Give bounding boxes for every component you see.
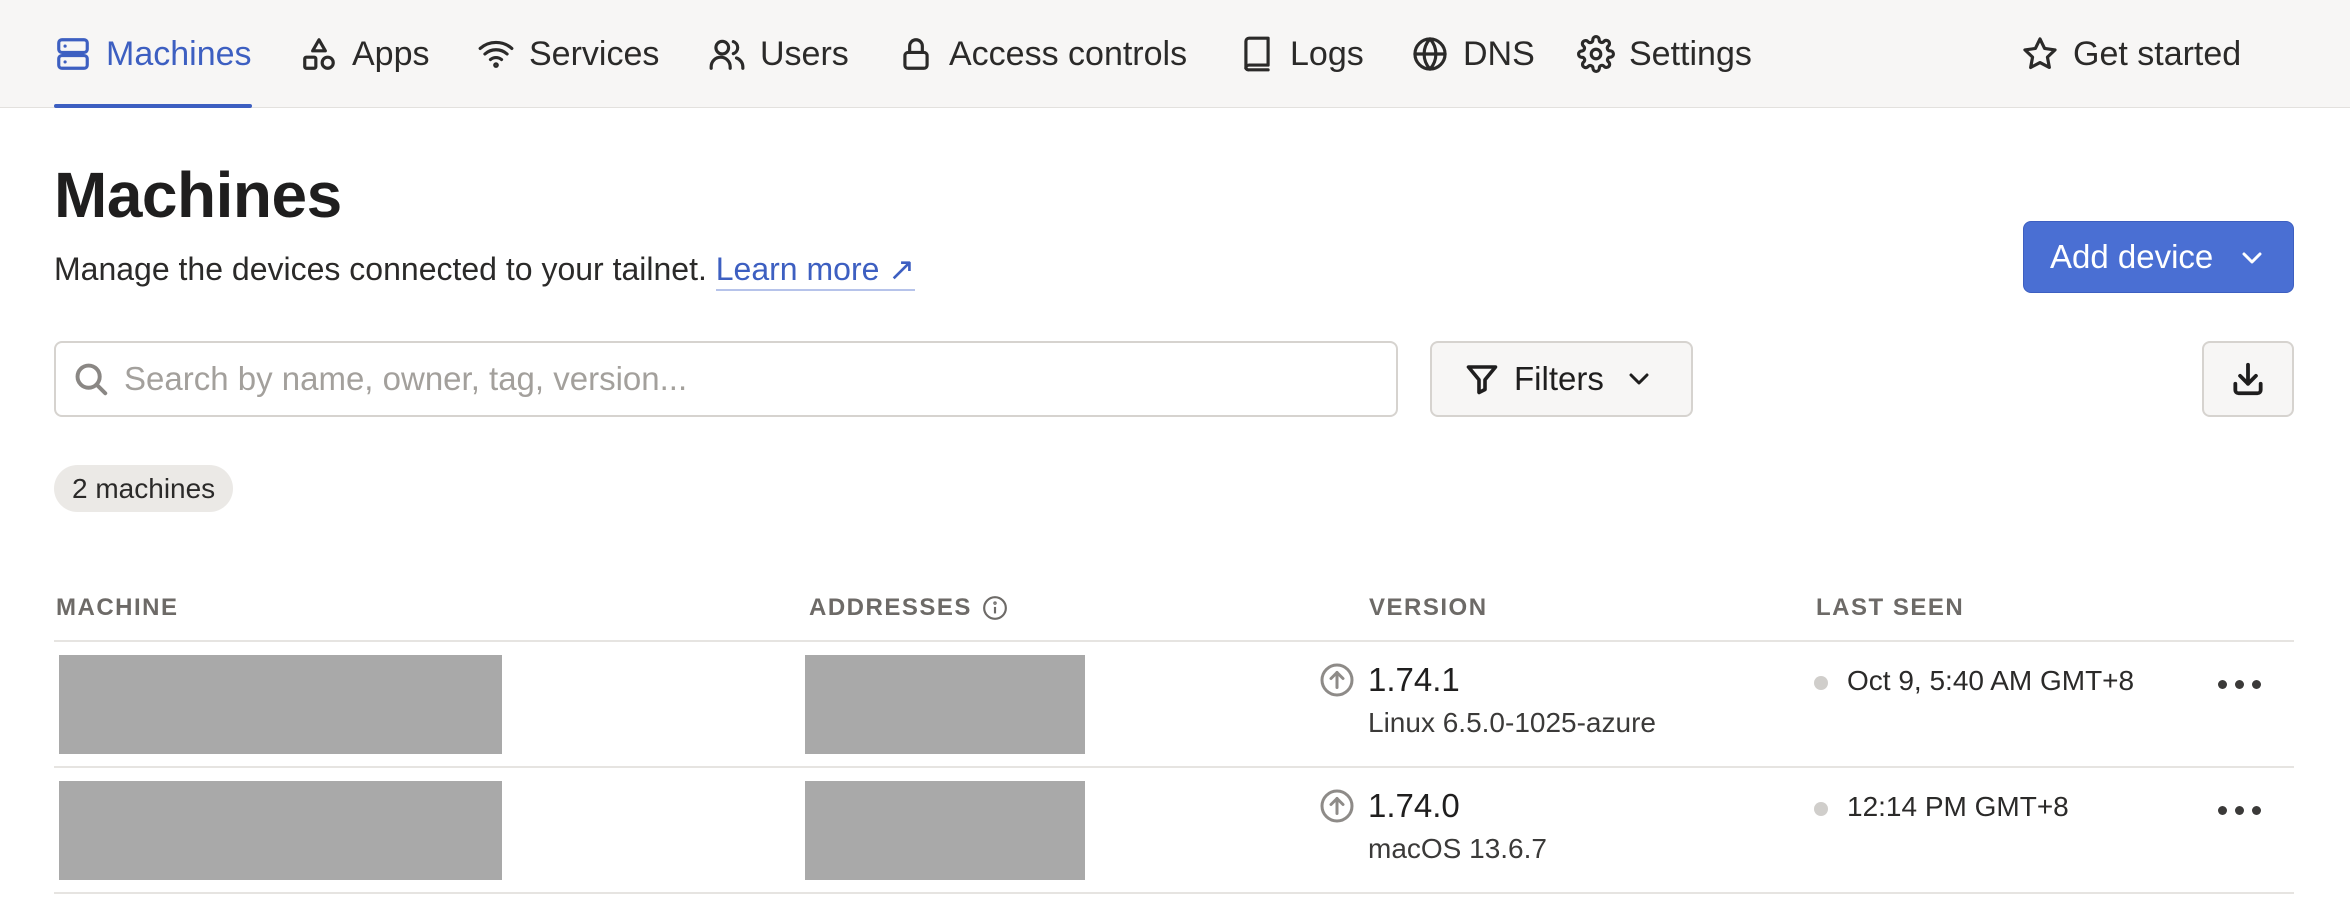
search-icon: [75, 363, 108, 396]
nav-tab-label: Access controls: [949, 34, 1188, 73]
column-header-label: LAST SEEN: [1816, 594, 1965, 621]
address-redacted: [805, 655, 1085, 754]
status-dot: [1814, 676, 1828, 690]
row-divider: [54, 892, 2294, 894]
filter-icon: [1466, 365, 1498, 395]
nav-tab-dns[interactable]: DNS: [1411, 0, 1535, 108]
last-seen-text: 12:14 PM GMT+8: [1847, 791, 2069, 822]
users-icon: [709, 39, 745, 70]
page-subtitle-text: Manage the devices connected to your tai…: [54, 251, 707, 287]
apps-shapes-icon: [303, 38, 335, 70]
column-header-last-seen[interactable]: LAST SEEN: [1816, 594, 1964, 622]
nav-tab-logs[interactable]: Logs: [1238, 0, 1364, 108]
nav-tab-access-controls[interactable]: Access controls: [897, 0, 1187, 108]
nav-tab-label: Machines: [106, 34, 252, 73]
top-navigation: Machines Apps Services Users Access cont…: [0, 0, 2350, 108]
machine-name-redacted[interactable]: [59, 781, 502, 880]
nav-tab-machines[interactable]: Machines: [54, 0, 252, 108]
os-version: Linux 6.5.0-1025-azure: [1368, 707, 1656, 738]
version-number: 1.74.0: [1368, 787, 1460, 824]
update-available-icon[interactable]: [1319, 788, 1355, 824]
book-icon: [1244, 36, 1270, 72]
chevron-down-icon: [1629, 373, 1649, 385]
column-header-version[interactable]: VERSION: [1369, 594, 1488, 622]
info-icon[interactable]: [982, 595, 1008, 621]
nav-tab-label: Settings: [1629, 34, 1752, 73]
update-available-icon[interactable]: [1319, 662, 1355, 698]
column-header-label: MACHINE: [56, 594, 179, 621]
nav-tab-settings[interactable]: Settings: [1577, 0, 1752, 108]
globe-icon: [1413, 37, 1447, 71]
filters-label: Filters: [1514, 360, 1604, 397]
more-options-icon[interactable]: [2218, 802, 2262, 818]
nav-tab-users[interactable]: Users: [708, 0, 849, 108]
star-icon: [2023, 37, 2057, 70]
page-title: Machines: [54, 159, 342, 231]
learn-more-link[interactable]: Learn more ↗: [715, 251, 916, 291]
table-divider: [54, 640, 2294, 642]
version-number: 1.74.1: [1368, 661, 1460, 698]
more-options-icon[interactable]: [2218, 676, 2262, 692]
search-box: [54, 341, 1398, 417]
add-device-label: Add device: [2050, 238, 2214, 275]
column-header-addresses[interactable]: ADDRESSES: [809, 594, 1008, 622]
last-seen-text: Oct 9, 5:40 AM GMT+8: [1847, 665, 2135, 696]
nav-tab-label: DNS: [1463, 34, 1535, 73]
page-subtitle: Manage the devices connected to your tai…: [54, 250, 916, 291]
machine-count-badge: 2 machines: [54, 465, 234, 512]
nav-tab-label: Apps: [352, 34, 430, 73]
column-header-label: ADDRESSES: [809, 594, 972, 621]
row-divider: [54, 766, 2294, 768]
get-started-link[interactable]: Get started: [2021, 0, 2241, 108]
column-header-machine[interactable]: MACHINE: [56, 594, 179, 622]
status-dot: [1814, 802, 1828, 816]
get-started-label: Get started: [2073, 34, 2242, 73]
machine-name-redacted[interactable]: [59, 655, 502, 754]
add-device-button[interactable]: Add device: [2023, 221, 2294, 293]
filters-button[interactable]: Filters: [1430, 341, 1693, 417]
column-header-label: VERSION: [1369, 594, 1488, 621]
server-icon: [57, 38, 89, 70]
wifi-icon: [478, 40, 514, 68]
export-button[interactable]: [2202, 341, 2294, 417]
nav-tab-services[interactable]: Services: [477, 0, 659, 108]
chevron-down-icon: [2242, 252, 2262, 264]
nav-tab-label: Logs: [1290, 34, 1364, 73]
download-icon: [2233, 362, 2263, 396]
nav-tab-label: Services: [529, 34, 660, 73]
gear-icon: [1577, 35, 1615, 73]
os-version: macOS 13.6.7: [1368, 833, 1547, 864]
search-input[interactable]: [124, 360, 1374, 398]
active-tab-indicator: [54, 104, 252, 108]
nav-tab-label: Users: [760, 34, 849, 73]
lock-icon: [903, 38, 929, 70]
address-redacted: [805, 781, 1085, 880]
nav-tab-apps[interactable]: Apps: [300, 0, 430, 108]
